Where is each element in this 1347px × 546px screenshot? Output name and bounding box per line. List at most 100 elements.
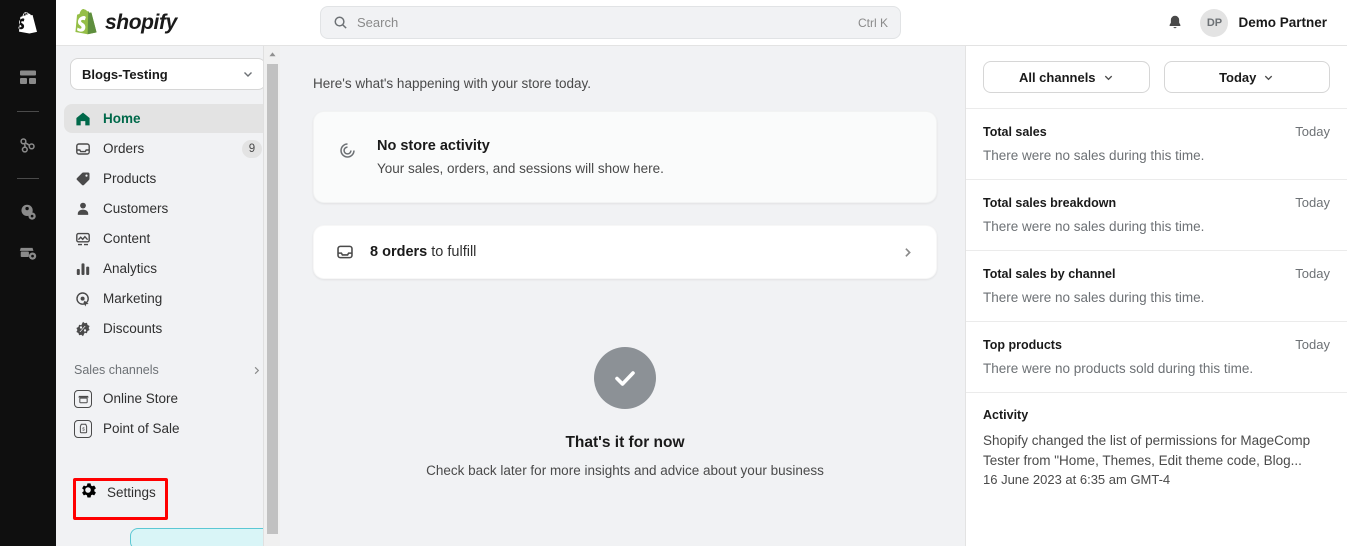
stat-body: There were no sales during this time. xyxy=(983,148,1205,163)
products-tag-icon xyxy=(74,171,92,187)
point-of-sale-icon: $ xyxy=(74,419,92,438)
sidebar-item-online-store[interactable]: Online Store xyxy=(64,384,272,413)
stat-period: Today xyxy=(1295,124,1330,139)
rail-divider-2 xyxy=(17,178,39,179)
channel-filter-button[interactable]: All channels xyxy=(983,61,1150,93)
header-actions: DP Demo Partner xyxy=(1166,8,1347,37)
stat-head: Total sales by channel Today xyxy=(983,266,1330,281)
date-filter-button[interactable]: Today xyxy=(1163,61,1330,93)
settings-wrap: Settings xyxy=(70,478,166,507)
top-header: shopify Search Ctrl K DP Demo Partner xyxy=(56,0,1347,46)
gear-icon xyxy=(80,482,96,503)
store-settings-icon[interactable] xyxy=(0,232,56,272)
stat-title: Total sales xyxy=(983,125,1047,139)
shopify-brand[interactable]: shopify xyxy=(56,9,320,36)
stat-period: Today xyxy=(1295,266,1330,281)
search-icon xyxy=(333,15,348,30)
stat-head: Top products Today xyxy=(983,337,1330,352)
sidebar-item-label: Products xyxy=(103,171,157,186)
store-activity-card: No store activity Your sales, orders, an… xyxy=(313,111,937,203)
bell-icon[interactable] xyxy=(1166,14,1184,32)
network-share-icon[interactable] xyxy=(0,125,56,165)
stat-head: Total sales breakdown Today xyxy=(983,195,1330,210)
shopify-logo-icon xyxy=(75,9,97,35)
sidebar-item-label: Home xyxy=(103,111,141,126)
store-activity-subtitle: Your sales, orders, and sessions will sh… xyxy=(377,161,664,176)
activity-body: Shopify changed the list of permissions … xyxy=(983,433,1311,468)
online-store-icon xyxy=(74,389,92,408)
sidebar-item-label: Online Store xyxy=(103,391,179,406)
sidebar-item-customers[interactable]: Customers xyxy=(64,194,272,223)
sidebar-scrollbar[interactable] xyxy=(263,46,280,546)
customers-person-icon xyxy=(74,201,92,217)
stat-title: Total sales breakdown xyxy=(983,196,1117,210)
greeting-text: Here's what's happening with your store … xyxy=(313,76,592,91)
rail-divider-1 xyxy=(17,111,39,112)
chevron-down-icon xyxy=(1263,72,1274,83)
stat-row[interactable]: Total sales breakdown Today There were n… xyxy=(966,179,1347,250)
body-row: Blogs-Testing Home Orders 9 Products Cus… xyxy=(56,46,1347,546)
store-activity-text: No store activity Your sales, orders, an… xyxy=(377,138,664,176)
sidebar-item-discounts[interactable]: Discounts xyxy=(64,314,272,343)
orders-to-fulfill-card[interactable]: 8 orders to fulfill xyxy=(313,225,937,279)
stat-head: Total sales Today xyxy=(983,124,1330,139)
stat-title: Top products xyxy=(983,338,1062,352)
sidebar-item-products[interactable]: Products xyxy=(64,164,272,193)
store-name: Blogs-Testing xyxy=(82,66,168,82)
store-activity-icon xyxy=(338,138,357,165)
sidebar-item-settings[interactable]: Settings xyxy=(70,478,166,507)
svg-text:$: $ xyxy=(82,427,85,433)
avatar: DP xyxy=(1200,8,1229,37)
sidebar-item-home[interactable]: Home xyxy=(64,104,272,133)
activity-row[interactable]: Activity Shopify changed the list of per… xyxy=(966,392,1347,502)
date-filter-label: Today xyxy=(1219,69,1257,85)
sidebar-item-analytics[interactable]: Analytics xyxy=(64,254,272,283)
settings-label: Settings xyxy=(107,485,156,500)
shopify-admin-window: shopify Search Ctrl K DP Demo Partner Bl… xyxy=(0,0,1347,546)
search-area: Search Ctrl K xyxy=(320,6,901,39)
sales-channels-label: Sales channels xyxy=(74,363,159,377)
stat-body: There were no products sold during this … xyxy=(983,361,1254,376)
sidebar-item-marketing[interactable]: Marketing xyxy=(64,284,272,313)
check-circle-icon xyxy=(594,347,656,409)
search-input[interactable]: Search Ctrl K xyxy=(320,6,901,39)
store-activity-title: No store activity xyxy=(377,138,490,154)
sales-channels-header[interactable]: Sales channels xyxy=(64,356,272,384)
channel-filter-label: All channels xyxy=(1018,69,1096,85)
empty-state-subtitle: Check back later for more insights and a… xyxy=(426,463,824,478)
stat-row[interactable]: Total sales Today There were no sales du… xyxy=(966,108,1347,179)
user-menu[interactable]: DP Demo Partner xyxy=(1200,8,1327,37)
sidebar-item-label: Content xyxy=(103,231,151,246)
orders-rest: to fulfill xyxy=(427,244,477,260)
rail-shopify-logo[interactable] xyxy=(0,0,56,46)
empty-state-title: That's it for now xyxy=(565,434,685,451)
dashboard-grid-icon[interactable] xyxy=(0,58,56,98)
brand-name: shopify xyxy=(105,10,177,34)
marketing-target-icon xyxy=(74,291,92,307)
sidebar-item-label: Marketing xyxy=(103,291,163,306)
stat-period: Today xyxy=(1295,337,1330,352)
discounts-badge-icon xyxy=(74,321,92,337)
sidebar-item-content[interactable]: Content xyxy=(64,224,272,253)
orders-badge: 9 xyxy=(242,139,262,158)
panel-filters: All channels Today xyxy=(966,46,1347,108)
chevron-down-icon xyxy=(1103,72,1114,83)
chevron-down-icon xyxy=(242,68,254,80)
customer-settings-icon[interactable] xyxy=(0,192,56,232)
chevron-right-icon[interactable] xyxy=(901,246,914,259)
sidebar-item-point-of-sale[interactable]: $ Point of Sale xyxy=(64,414,272,443)
scroll-up-arrow-icon[interactable] xyxy=(264,46,280,63)
orders-to-fulfill-text: 8 orders to fulfill xyxy=(370,244,885,260)
orders-inbox-icon xyxy=(336,243,354,261)
analytics-bars-icon xyxy=(74,261,92,277)
sidebar-item-label: Point of Sale xyxy=(103,421,180,436)
stat-row[interactable]: Total sales by channel Today There were … xyxy=(966,250,1347,321)
store-selector[interactable]: Blogs-Testing xyxy=(70,58,266,90)
stat-title: Total sales by channel xyxy=(983,267,1116,281)
stat-row[interactable]: Top products Today There were no product… xyxy=(966,321,1347,392)
scrollbar-thumb[interactable] xyxy=(267,64,278,534)
empty-state: That's it for now Check back later for m… xyxy=(313,347,937,478)
stat-body: There were no sales during this time. xyxy=(983,290,1205,305)
content-media-icon xyxy=(74,231,92,247)
sidebar-item-orders[interactable]: Orders 9 xyxy=(64,134,272,163)
